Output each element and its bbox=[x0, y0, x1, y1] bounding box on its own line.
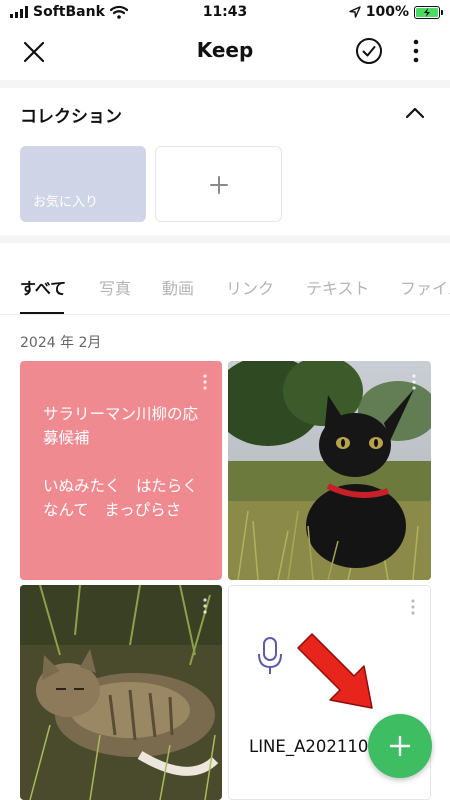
add-item-fab[interactable] bbox=[368, 714, 432, 778]
battery-icon bbox=[414, 5, 443, 19]
add-collection-button[interactable] bbox=[155, 146, 282, 222]
select-button[interactable] bbox=[354, 36, 384, 66]
tab-text[interactable]: テキスト bbox=[306, 275, 370, 299]
status-right: 100% bbox=[349, 4, 443, 20]
microphone-icon bbox=[258, 637, 282, 674]
chevron-up-icon bbox=[405, 107, 425, 119]
item-more-icon[interactable] bbox=[410, 598, 416, 616]
collection-title: コレクション bbox=[20, 107, 122, 127]
tab-videos[interactable]: 動画 bbox=[162, 275, 194, 299]
more-options-button[interactable] bbox=[404, 36, 428, 66]
battery-percent: 100% bbox=[365, 4, 409, 20]
text-note-content: サラリーマン川柳の応募候補 いぬみたく はたらく なんて まっぴらさ bbox=[43, 405, 199, 519]
item-more-icon[interactable] bbox=[202, 373, 208, 391]
date-group-label: 2024 年 2月 bbox=[20, 335, 102, 351]
black-cat-photo bbox=[228, 361, 431, 580]
more-vertical-icon bbox=[413, 39, 419, 63]
item-more-icon[interactable] bbox=[411, 373, 417, 391]
tab-photos[interactable]: 写真 bbox=[99, 275, 131, 299]
keep-content: すべて 写真 動画 リンク テキスト ファイル 2024 年 2月 サラリーマン… bbox=[0, 243, 450, 800]
text-note-card[interactable]: サラリーマン川柳の応募候補 いぬみたく はたらく なんて まっぴらさ bbox=[20, 361, 222, 580]
item-more-icon[interactable] bbox=[202, 597, 208, 615]
plus-icon bbox=[210, 176, 228, 194]
keep-header: Keep bbox=[0, 24, 450, 80]
filter-tabs: すべて 写真 動画 リンク テキスト ファイル bbox=[0, 243, 450, 315]
tab-all[interactable]: すべて bbox=[20, 275, 66, 299]
photo-card-tabby-cat[interactable] bbox=[20, 585, 222, 800]
tabby-cat-photo bbox=[20, 585, 222, 800]
check-circle-icon bbox=[356, 38, 382, 64]
plus-icon bbox=[389, 735, 411, 757]
favorites-label: お気に入り bbox=[33, 195, 99, 210]
tab-links[interactable]: リンク bbox=[226, 275, 274, 299]
location-arrow-icon bbox=[349, 6, 361, 18]
photo-card-black-cat[interactable] bbox=[228, 361, 431, 580]
favorites-collection[interactable]: お気に入り bbox=[20, 146, 146, 222]
collapse-collection-button[interactable] bbox=[402, 102, 428, 124]
collection-section: コレクション お気に入り bbox=[0, 88, 450, 235]
status-bar: SoftBank 11:43 100% bbox=[0, 0, 450, 24]
active-tab-indicator bbox=[20, 312, 64, 314]
red-arrow-annotation bbox=[297, 633, 373, 709]
tab-files[interactable]: ファイル bbox=[400, 275, 450, 299]
